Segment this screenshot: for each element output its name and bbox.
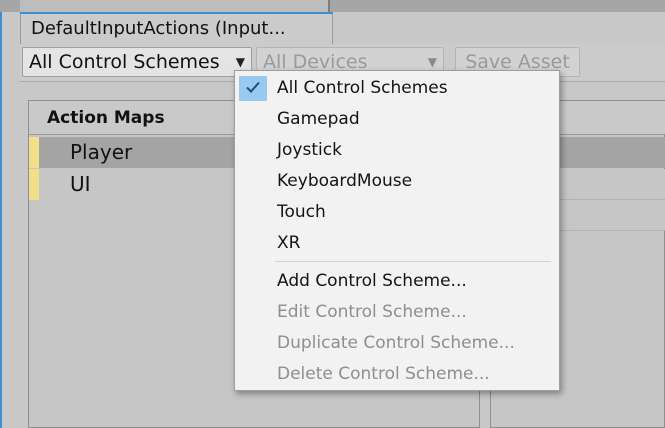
menu-item-edit-control-scheme: Edit Control Scheme... bbox=[235, 297, 601, 328]
menu-item-joystick[interactable]: Joystick bbox=[235, 135, 601, 166]
map-marker bbox=[29, 169, 39, 200]
menu-item-all-control-schemes[interactable]: All Control Schemes bbox=[235, 73, 601, 104]
action-map-label: UI bbox=[70, 172, 91, 196]
menu-item-label: Touch bbox=[277, 202, 326, 222]
menu-separator bbox=[275, 261, 551, 262]
menu-item-label: KeyboardMouse bbox=[277, 171, 413, 191]
menu-item-label: Delete Control Scheme... bbox=[277, 364, 490, 384]
action-map-label: Player bbox=[70, 140, 133, 164]
menu-item-label: Joystick bbox=[277, 140, 342, 160]
menu-item-delete-control-scheme: Delete Control Scheme... bbox=[235, 359, 601, 390]
menu-item-xr[interactable]: XR bbox=[235, 228, 601, 259]
menu-item-keyboardmouse[interactable]: KeyboardMouse bbox=[235, 166, 601, 197]
map-marker bbox=[29, 137, 39, 168]
menu-item-label: Edit Control Scheme... bbox=[277, 302, 467, 322]
window-tab-strip bbox=[20, 0, 330, 12]
tab-accent-line bbox=[20, 12, 333, 14]
menu-item-label: Add Control Scheme... bbox=[277, 271, 467, 291]
control-scheme-dropdown[interactable]: All Control Schemes ▼ bbox=[22, 47, 252, 77]
menu-item-duplicate-control-scheme: Duplicate Control Scheme... bbox=[235, 328, 601, 359]
menu-item-label: All Control Schemes bbox=[277, 78, 448, 98]
menu-item-add-control-scheme[interactable]: Add Control Scheme... bbox=[235, 266, 601, 297]
tab-title: DefaultInputActions (Input... bbox=[31, 18, 286, 39]
menu-item-gamepad[interactable]: Gamepad bbox=[235, 104, 601, 135]
menu-item-touch[interactable]: Touch bbox=[235, 197, 601, 228]
control-scheme-menu: All Control Schemes Gamepad Joystick Key… bbox=[234, 70, 560, 391]
menu-item-label: XR bbox=[277, 233, 301, 253]
menu-item-label: Duplicate Control Scheme... bbox=[277, 333, 515, 353]
menu-item-label: Gamepad bbox=[277, 109, 360, 129]
tab-input-actions[interactable]: DefaultInputActions (Input... bbox=[20, 12, 333, 44]
checkmark-icon bbox=[239, 76, 267, 101]
control-scheme-value: All Control Schemes bbox=[29, 51, 220, 73]
